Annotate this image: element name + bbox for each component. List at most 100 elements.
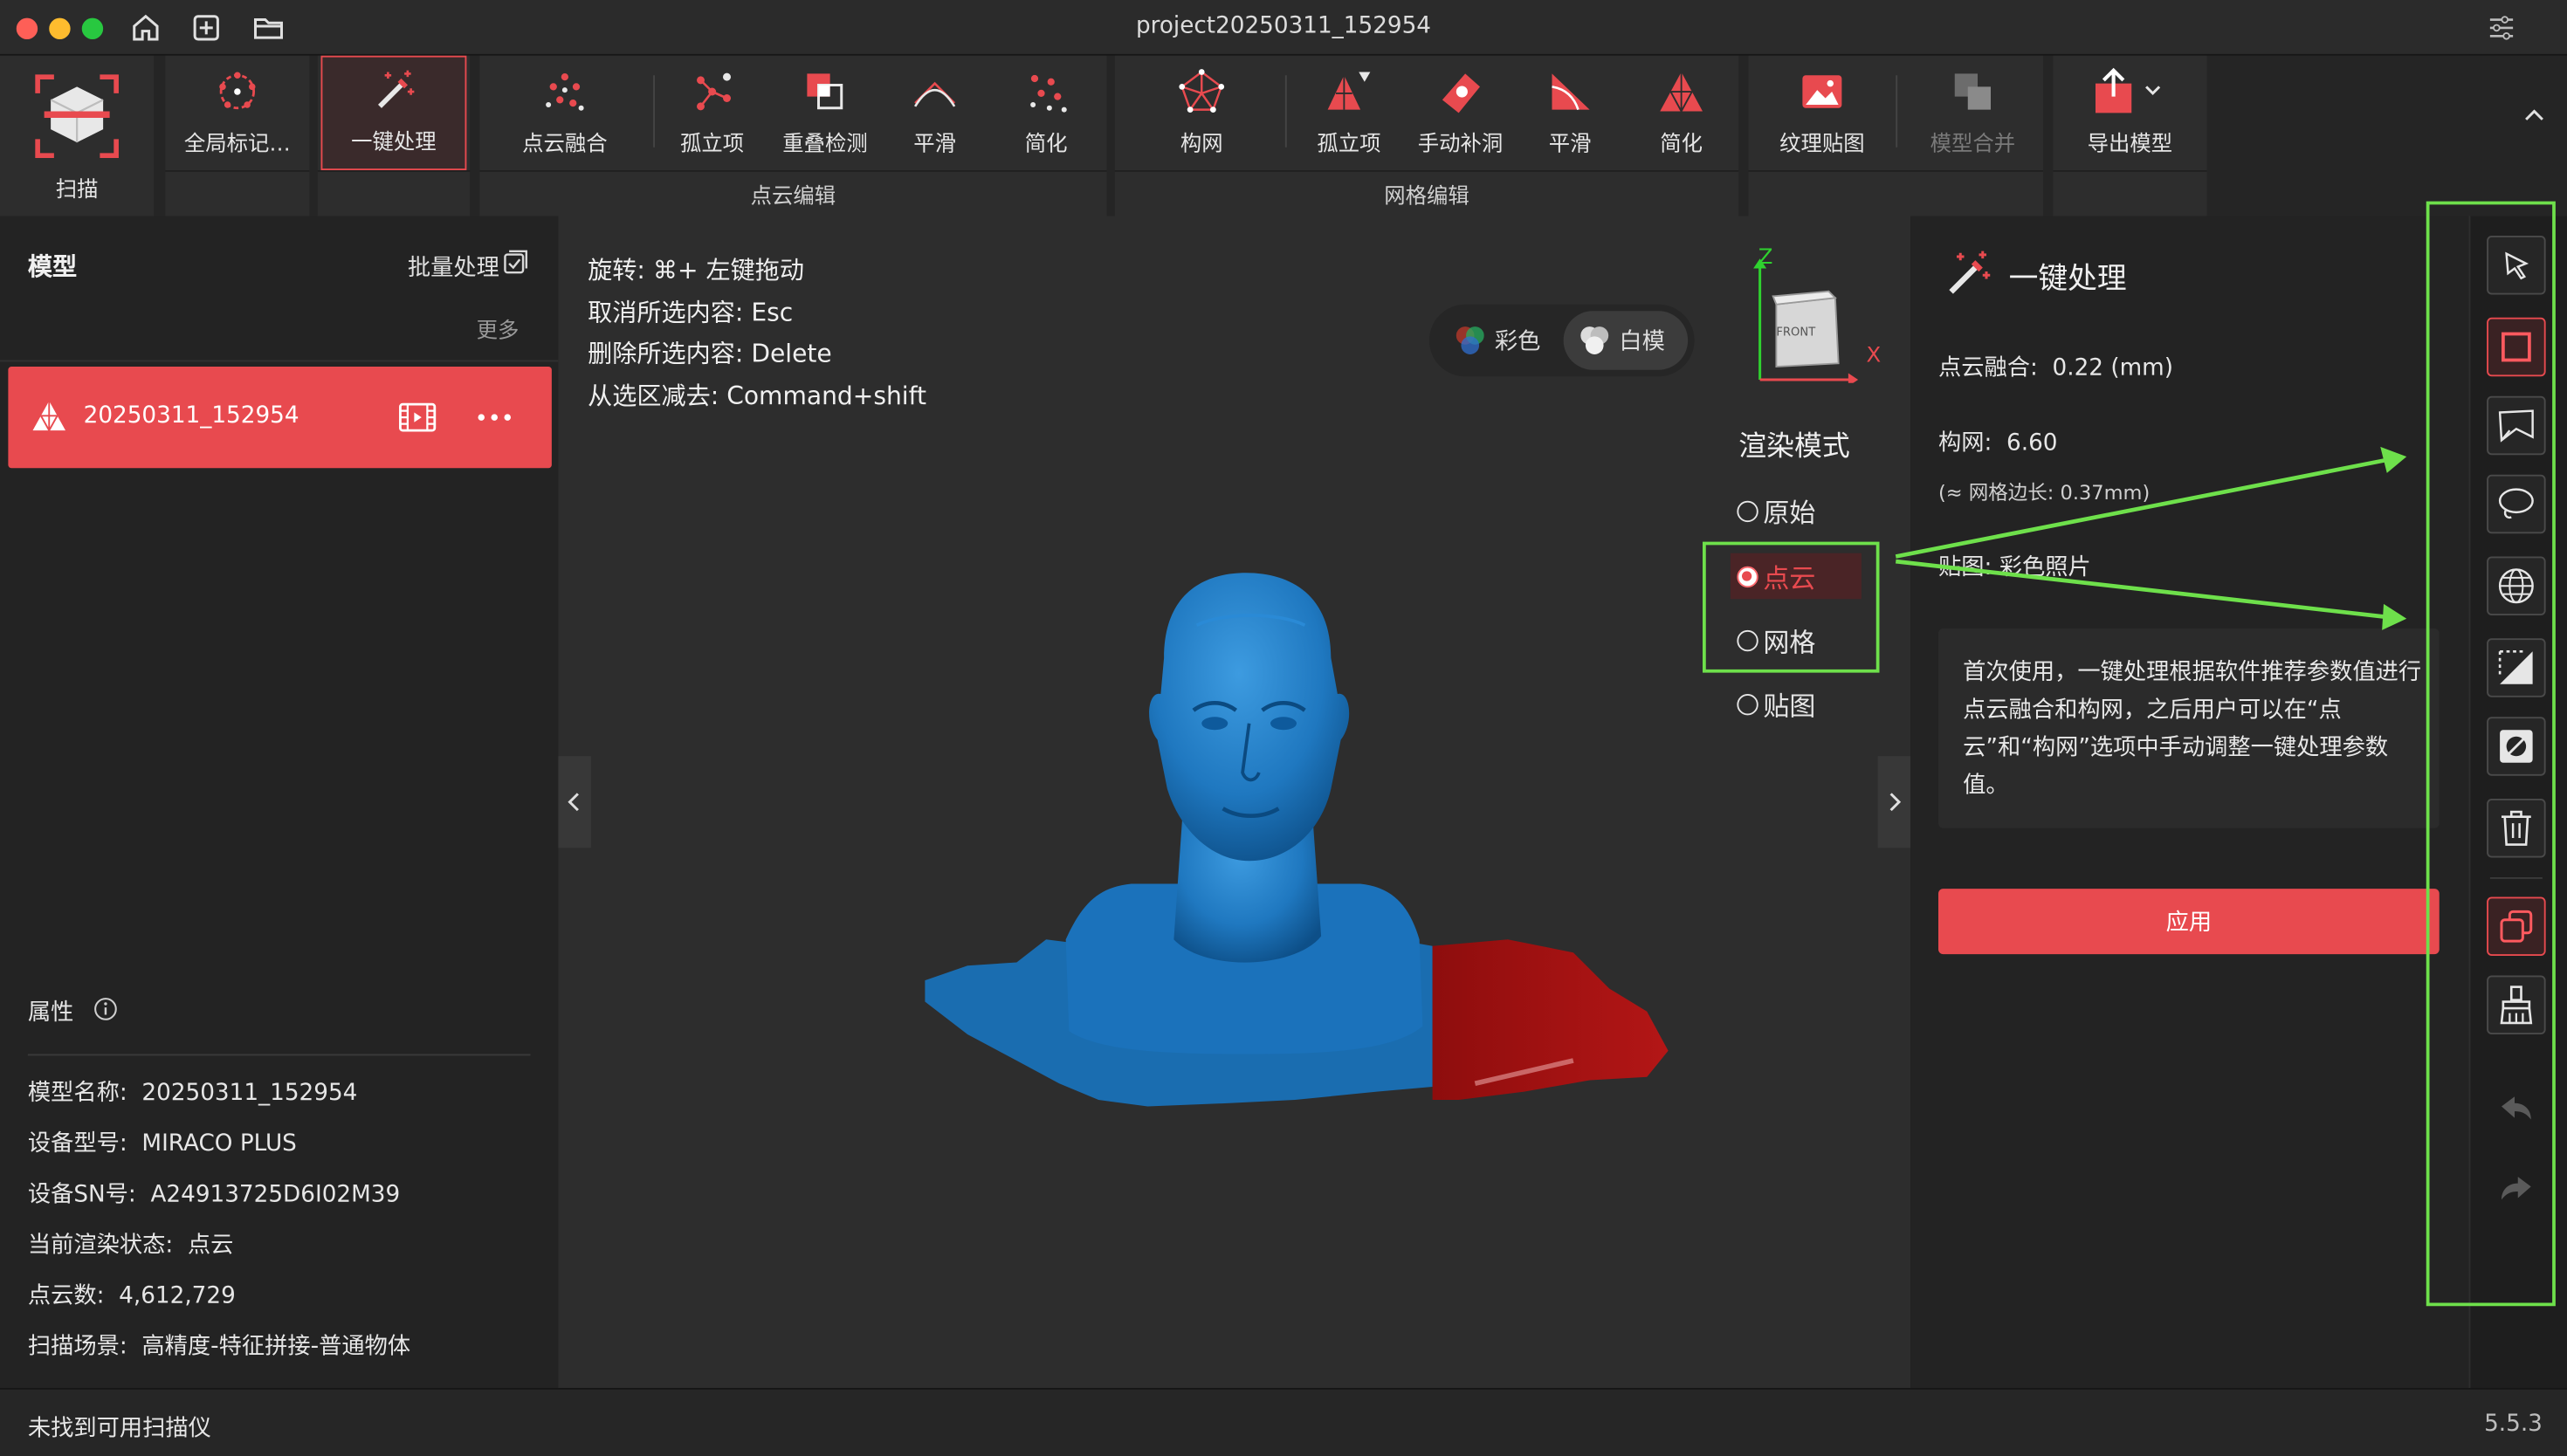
mesh-edge-note: (≈ 网格边长: 0.37mm) (1938, 481, 2151, 505)
group-divider (317, 170, 471, 172)
hint-rotate: 旋转: ⌘+ 左键拖动 (588, 255, 804, 285)
info-icon[interactable] (93, 997, 118, 1021)
scan-button[interactable]: 扫描 (0, 56, 154, 216)
model-panel: 模型 批量处理 更多 20250311_152954 属性 模型名称: 2025… (0, 216, 559, 1388)
more-options-icon[interactable] (477, 411, 513, 424)
mesh-edit-group: 构网 孤立项 手动补洞 平滑 简化 网格编辑 (1114, 55, 1739, 216)
isolated-points-icon (697, 72, 731, 111)
render-mode-original[interactable]: 原始 (1737, 491, 1815, 531)
3d-viewport[interactable]: 旋转: ⌘+ 左键拖动 取消所选内容: Esc 删除所选内容: Delete 从… (558, 216, 1911, 1388)
properties-title: 属性 (27, 999, 74, 1027)
fill-holes-button[interactable]: 手动补洞 (1407, 56, 1515, 170)
video-icon[interactable] (398, 401, 437, 434)
mesh-build-icon (1179, 69, 1225, 113)
settings-sliders-icon[interactable] (2485, 11, 2518, 45)
app-window: project20250311_152954 扫描 全局标记… 一键处理 点云融… (0, 0, 2567, 1456)
render-mode-texture[interactable]: 贴图 (1737, 684, 1815, 724)
chevron-right-icon (1889, 793, 1902, 812)
smooth-icon (913, 81, 956, 107)
title-bar: project20250311_152954 (0, 0, 2567, 56)
more-link[interactable]: 更多 (477, 312, 520, 344)
info-text: 首次使用，一键处理根据软件推荐参数值进行点云融合和构网，之后用户可以在“点云”和… (1963, 659, 2422, 799)
radio-button (1737, 499, 1758, 522)
divider (0, 360, 559, 362)
main-toolbar: 扫描 全局标记… 一键处理 点云融合 孤立项 重叠检测 平滑 简化 点云编辑 构… (0, 55, 2567, 216)
pointcloud-edit-label: 点云编辑 (750, 184, 836, 209)
pointcloud-simplify-label: 简化 (1024, 132, 1068, 157)
export-icon (2096, 67, 2161, 113)
separator (653, 75, 655, 148)
separator (1896, 75, 1898, 148)
batch-process-button[interactable]: 批量处理 (408, 251, 499, 284)
overlap-detect-icon (807, 73, 843, 110)
pointcloud-smooth-button[interactable]: 平滑 (889, 56, 981, 170)
pointcloud-simplify-button[interactable]: 简化 (1001, 56, 1092, 170)
one-click-title: 一键处理 (2008, 262, 2127, 297)
mesh-isolated-icon (1327, 72, 1371, 110)
model-merge-button[interactable]: 模型合并 (1912, 56, 2034, 170)
mesh-simplify-label: 简化 (1660, 132, 1703, 157)
status-bar: 未找到可用扫描仪 5.5.3 (0, 1388, 2567, 1456)
texture-param: 贴图: 彩色照片 (1938, 554, 2091, 581)
one-click-button[interactable]: 一键处理 (320, 55, 467, 170)
batch-checkbox-icon[interactable] (503, 249, 529, 275)
mesh-smooth-icon (1552, 73, 1590, 111)
mesh-build-button[interactable]: 构网 (1151, 56, 1252, 170)
texture-image-icon (1802, 75, 1842, 108)
model-list-item[interactable]: 20250311_152954 (8, 367, 552, 469)
mesh-param: 构网: 6.60 (1938, 430, 2058, 457)
color-circles-icon (1456, 326, 1484, 354)
axis-z-label: Z (1758, 245, 1773, 271)
mesh-model-icon (32, 401, 65, 432)
hint-subtract: 从选区减去: Command+shift (588, 381, 927, 411)
mesh-simplify-button[interactable]: 简化 (1635, 56, 1727, 170)
scanner-status: 未找到可用扫描仪 (27, 1415, 211, 1442)
group-divider (1748, 170, 2043, 172)
mesh-simplify-icon (1660, 72, 1703, 113)
color-mode-option[interactable]: 彩色 (1439, 311, 1557, 370)
texture-group: 纹理贴图 模型合并 (1748, 55, 2043, 216)
collapse-toolbar-icon[interactable] (2522, 101, 2548, 127)
overlap-detect-button[interactable]: 重叠检测 (771, 56, 879, 170)
prop-scan-scene: 扫描场景: 高精度-特征拼接-普通物体 (27, 1334, 411, 1361)
pointcloud-edit-group: 点云融合 孤立项 重叠检测 平滑 简化 点云编辑 (479, 55, 1107, 216)
axis-x-label: X (1866, 343, 1882, 368)
group-divider (165, 170, 310, 172)
collapse-left-panel-button[interactable] (558, 756, 591, 848)
chevron-left-icon (568, 793, 579, 812)
white-mode-option[interactable]: 白模 (1563, 311, 1689, 370)
prop-point-count: 点云数: 4,612,729 (27, 1283, 236, 1309)
overlap-detect-label: 重叠检测 (782, 132, 868, 157)
mesh-edit-label: 网格编辑 (1384, 184, 1469, 209)
one-click-group: 一键处理 (317, 55, 471, 216)
model-merge-label: 模型合并 (1930, 132, 2016, 157)
color-mode-toggle: 彩色 白模 (1428, 304, 1695, 377)
global-marker-button[interactable]: 全局标记… (165, 56, 309, 170)
magic-wand-icon (1949, 251, 1991, 294)
model-panel-title: 模型 (27, 251, 78, 282)
fill-holes-icon (1442, 73, 1480, 113)
mesh-smooth-label: 平滑 (1548, 132, 1592, 157)
annotation-box-tool-strip (2426, 201, 2556, 1307)
texture-map-button[interactable]: 纹理贴图 (1765, 56, 1879, 170)
mesh-isolated-button[interactable]: 孤立项 (1295, 56, 1403, 170)
render-mode-title: 渲染模式 (1738, 430, 1850, 464)
hint-deselect: 取消所选内容: Esc (588, 298, 794, 327)
one-click-panel: 一键处理 点云融合: 0.22 (mm) 构网: 6.60 (≈ 网格边长: 0… (1910, 216, 2469, 1388)
apply-button[interactable]: 应用 (1938, 889, 2440, 955)
merge-models-icon (1954, 73, 1991, 110)
collapse-right-panel-button[interactable] (1877, 756, 1911, 848)
prop-device-sn: 设备SN号: A24913725D6I02M39 (27, 1181, 401, 1208)
prop-render-state: 当前渲染状态: 点云 (27, 1232, 234, 1259)
window-title: project20250311_152954 (1135, 13, 1432, 39)
scan-group: 扫描 (0, 55, 155, 216)
mesh-smooth-button[interactable]: 平滑 (1527, 56, 1613, 170)
pointcloud-fusion-button[interactable]: 点云融合 (499, 56, 630, 170)
pointcloud-isolated-button[interactable]: 孤立项 (663, 56, 761, 170)
white-circles-icon (1580, 326, 1609, 354)
group-divider (2053, 170, 2207, 172)
scan-label: 扫描 (55, 178, 99, 203)
export-model-button[interactable]: 导出模型 (2063, 56, 2198, 170)
model-name: 20250311_152954 (83, 402, 299, 429)
export-group: 导出模型 (2053, 55, 2207, 216)
